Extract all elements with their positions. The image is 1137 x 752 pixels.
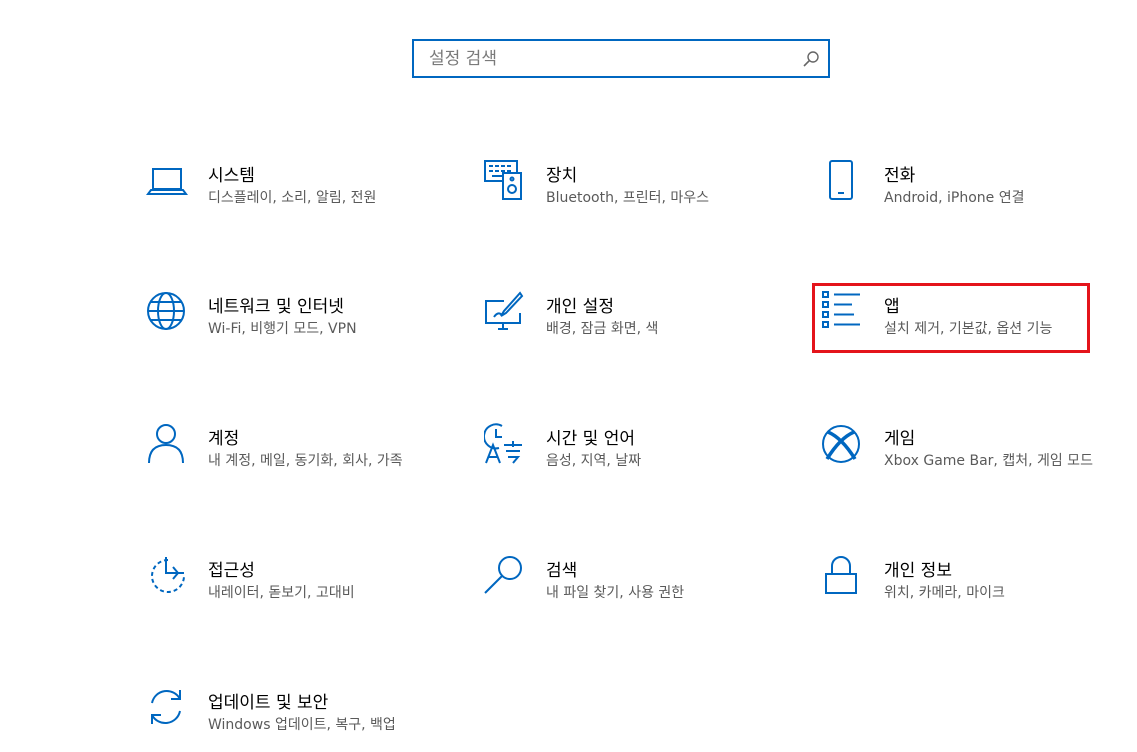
tile-title: 시간 및 언어	[546, 429, 636, 449]
tile-description: Android, iPhone 연결	[884, 190, 1025, 206]
tile-network[interactable]: 네트워크 및 인터넷 Wi-Fi, 비행기 모드, VPN	[146, 291, 416, 353]
tile-accessibility[interactable]: 접근성 내레이터, 돋보기, 고대비	[146, 555, 416, 617]
tile-title: 개인 정보	[884, 561, 952, 581]
tile-devices[interactable]: 장치 Bluetooth, 프린터, 마우스	[484, 160, 754, 222]
tile-update-security[interactable]: 업데이트 및 보안 Windows 업데이트, 복구, 백업	[146, 687, 416, 749]
tile-description: Xbox Game Bar, 캡처, 게임 모드	[884, 453, 1093, 469]
update-icon	[146, 687, 188, 729]
apps-highlight-box	[812, 283, 1090, 353]
globe-icon	[146, 291, 188, 333]
tile-title: 장치	[546, 166, 578, 186]
tile-title: 접근성	[208, 561, 255, 581]
search-input[interactable]	[414, 41, 799, 76]
tile-title: 개인 설정	[546, 297, 614, 317]
tile-time-language[interactable]: 시간 및 언어 음성, 지역, 날짜	[484, 423, 754, 485]
tile-title: 네트워크 및 인터넷	[208, 297, 344, 317]
tile-gaming[interactable]: 게임 Xbox Game Bar, 캡처, 게임 모드	[822, 423, 1093, 485]
search-icon[interactable]	[802, 50, 820, 68]
personalization-icon	[484, 291, 526, 333]
tile-title: 시스템	[208, 166, 255, 186]
lock-icon	[822, 555, 864, 597]
tile-phone[interactable]: 전화 Android, iPhone 연결	[822, 160, 1092, 222]
xbox-icon	[822, 423, 864, 465]
tile-title: 업데이트 및 보안	[208, 693, 329, 713]
tile-description: Bluetooth, 프린터, 마우스	[546, 190, 710, 206]
person-icon	[146, 423, 188, 465]
tile-description: 내 계정, 메일, 동기화, 회사, 가족	[208, 453, 403, 469]
tile-personalization[interactable]: 개인 설정 배경, 잠금 화면, 색	[484, 291, 754, 353]
tile-description: 배경, 잠금 화면, 색	[546, 321, 659, 337]
accessibility-icon	[146, 555, 188, 597]
tile-description: Wi-Fi, 비행기 모드, VPN	[208, 321, 357, 337]
settings-search-box[interactable]	[412, 39, 830, 78]
laptop-icon	[146, 160, 188, 202]
tile-description: 위치, 카메라, 마이크	[884, 585, 1005, 601]
devices-icon	[484, 160, 526, 202]
tile-description: Windows 업데이트, 복구, 백업	[208, 717, 396, 733]
tile-title: 전화	[884, 166, 916, 186]
tile-description: 내 파일 찾기, 사용 권한	[546, 585, 685, 601]
tile-title: 계정	[208, 429, 240, 449]
search-magnifier-icon	[484, 555, 526, 597]
tile-description: 음성, 지역, 날짜	[546, 453, 642, 469]
tile-accounts[interactable]: 계정 내 계정, 메일, 동기화, 회사, 가족	[146, 423, 416, 485]
tile-search[interactable]: 검색 내 파일 찾기, 사용 권한	[484, 555, 754, 617]
phone-icon	[822, 160, 864, 202]
tile-privacy[interactable]: 개인 정보 위치, 카메라, 마이크	[822, 555, 1092, 617]
time-language-icon	[484, 423, 526, 465]
tile-system[interactable]: 시스템 디스플레이, 소리, 알림, 전원	[146, 160, 416, 222]
tile-description: 디스플레이, 소리, 알림, 전원	[208, 190, 377, 206]
tile-title: 게임	[884, 429, 916, 449]
tile-description: 내레이터, 돋보기, 고대비	[208, 585, 355, 601]
tile-title: 검색	[546, 561, 578, 581]
